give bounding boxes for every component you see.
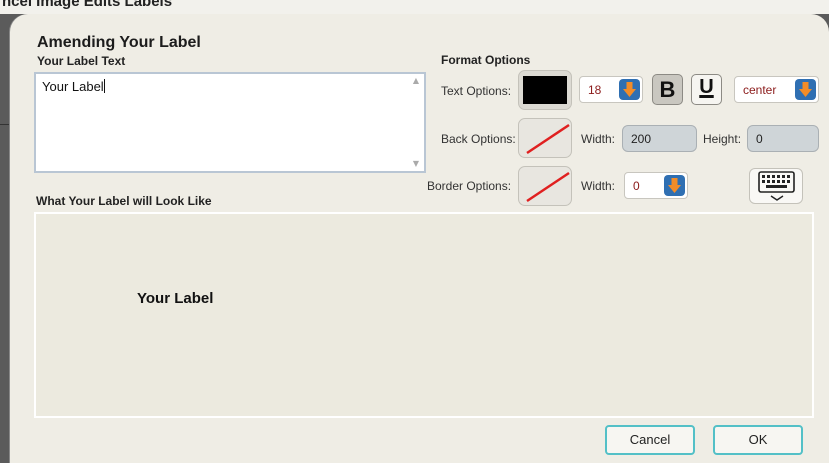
background-window-strip: ncel Image Edits Labels <box>0 0 829 14</box>
text-options-label: Text Options: <box>441 84 512 98</box>
ok-button[interactable]: OK <box>713 425 803 455</box>
back-height-input[interactable]: 0 <box>747 125 819 152</box>
format-options-heading: Format Options <box>441 53 531 67</box>
background-title-text: ncel Image Edits Labels <box>2 0 173 10</box>
border-color-picker[interactable] <box>518 166 572 206</box>
back-width-input[interactable]: 200 <box>622 125 697 152</box>
arrow-down-icon[interactable] <box>664 175 685 196</box>
arrow-down-icon[interactable] <box>619 79 640 100</box>
back-options-label: Back Options: <box>441 132 516 146</box>
bold-button[interactable]: B <box>652 74 683 105</box>
back-color-picker[interactable] <box>518 118 572 158</box>
cancel-button[interactable]: Cancel <box>605 425 695 455</box>
border-width-value: 0 <box>633 179 640 193</box>
border-width-stepper[interactable]: 0 <box>624 172 688 199</box>
border-options-label: Border Options: <box>427 179 512 193</box>
label-text-value: Your Label <box>42 79 105 94</box>
scroll-up-icon[interactable]: ▲ <box>410 76 422 86</box>
label-text-input[interactable]: Your Label ▲ ▼ <box>34 72 426 173</box>
no-color-slash-icon <box>526 123 570 155</box>
font-size-stepper[interactable]: 18 <box>579 76 643 103</box>
keyboard-button[interactable] <box>749 168 803 204</box>
border-width-label: Width: <box>581 179 616 193</box>
arrow-down-icon[interactable] <box>795 79 816 100</box>
preview-heading: What Your Label will Look Like <box>36 194 212 208</box>
back-width-label: Width: <box>581 132 616 146</box>
font-size-value: 18 <box>588 83 602 97</box>
scroll-down-icon[interactable]: ▼ <box>410 159 422 169</box>
keyboard-icon <box>758 171 795 201</box>
underline-button[interactable]: U <box>691 74 722 105</box>
preview-label-text: Your Label <box>137 290 214 307</box>
underline-label: U <box>699 76 714 98</box>
alignment-select[interactable]: center <box>734 76 819 103</box>
amend-label-dialog: Amending Your Label Your Label Text Your… <box>10 14 829 463</box>
label-preview-area: Your Label <box>34 212 814 418</box>
bold-label: B <box>659 77 676 102</box>
text-color-picker[interactable] <box>518 70 572 110</box>
alignment-value: center <box>743 83 777 97</box>
label-text-heading: Your Label Text <box>37 54 126 68</box>
background-divider <box>0 124 10 125</box>
label-text-scrollbar[interactable]: ▲ ▼ <box>410 76 422 169</box>
back-width-value: 200 <box>631 132 652 146</box>
back-height-label: Height: <box>703 132 742 146</box>
no-color-slash-icon <box>526 171 570 203</box>
back-height-value: 0 <box>756 132 763 146</box>
dialog-title: Amending Your Label <box>37 34 201 51</box>
text-color-fill <box>523 76 567 104</box>
